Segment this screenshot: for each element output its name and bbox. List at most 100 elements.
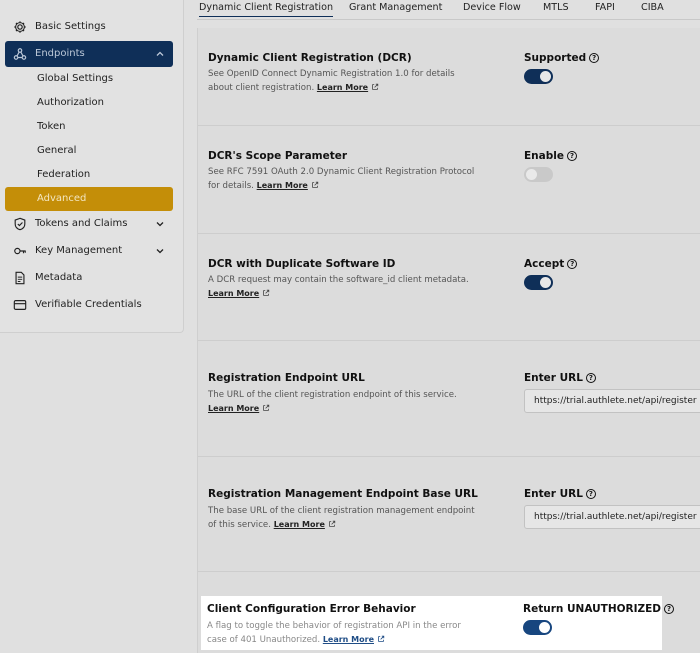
sidebar-item-verifiable-credentials[interactable]: Verifiable Credentials bbox=[5, 292, 173, 318]
external-link-icon bbox=[329, 520, 336, 527]
control-label-text: Enter URL bbox=[524, 488, 583, 500]
learn-more-link[interactable]: Learn More bbox=[274, 520, 325, 529]
setting-row-dcr: Dynamic Client Registration (DCR) See Op… bbox=[198, 28, 700, 126]
chevron-up-icon[interactable] bbox=[155, 49, 165, 59]
sidebar: Basic Settings Endpoints Global Settings… bbox=[0, 0, 184, 333]
settings-panel: Dynamic Client Registration (DCR) See Op… bbox=[197, 28, 700, 653]
setting-row-duplicate-software-id: DCR with Duplicate Software ID A DCR req… bbox=[198, 234, 700, 341]
tab-ciba[interactable]: CIBA bbox=[641, 2, 664, 13]
dcr-supported-toggle[interactable] bbox=[524, 69, 553, 84]
sidebar-subitem-label: Federation bbox=[37, 169, 91, 180]
sidebar-item-label: Verifiable Credentials bbox=[35, 299, 142, 310]
external-link-icon bbox=[263, 404, 270, 411]
help-icon[interactable]: ? bbox=[589, 53, 600, 63]
control-label-text: Enter URL bbox=[524, 372, 583, 384]
setting-row-registration-endpoint-url: Registration Endpoint URL The URL of the… bbox=[198, 341, 700, 457]
gear-icon bbox=[14, 21, 26, 33]
sidebar-subitem-label: Global Settings bbox=[37, 73, 114, 84]
setting-description-text: The base URL of the client registration … bbox=[208, 506, 475, 530]
learn-more-link[interactable]: Learn More bbox=[317, 83, 368, 92]
sidebar-item-key-management[interactable]: Key Management bbox=[5, 238, 173, 264]
control-label-text: Return UNAUTHORIZED bbox=[523, 603, 662, 615]
sidebar-subitem-federation[interactable]: Federation bbox=[5, 163, 173, 187]
learn-more-link[interactable]: Learn More bbox=[208, 404, 259, 413]
tab-bar: Dynamic Client Registration Grant Manage… bbox=[197, 0, 700, 20]
control-label-text: Accept bbox=[524, 258, 565, 270]
setting-title: Registration Endpoint URL bbox=[208, 372, 365, 384]
control-label-text: Supported bbox=[524, 52, 587, 64]
setting-title: Dynamic Client Registration (DCR) bbox=[208, 52, 412, 64]
help-icon[interactable]: ? bbox=[585, 489, 596, 499]
toggle-knob bbox=[540, 71, 551, 82]
control-label: Enter URL? bbox=[524, 372, 596, 384]
toggle-knob bbox=[540, 277, 551, 288]
sidebar-item-label: Basic Settings bbox=[35, 21, 106, 32]
tab-fapi[interactable]: FAPI bbox=[595, 2, 615, 13]
document-icon bbox=[15, 271, 25, 285]
setting-title: DCR with Duplicate Software ID bbox=[208, 258, 396, 270]
learn-more-link[interactable]: Learn More bbox=[257, 181, 308, 190]
sidebar-subitem-label: Authorization bbox=[37, 97, 104, 108]
registration-endpoint-url-input[interactable]: https://trial.authlete.net/api/register bbox=[524, 389, 700, 413]
sidebar-item-tokens-and-claims[interactable]: Tokens and Claims bbox=[5, 211, 173, 237]
chevron-down-icon[interactable] bbox=[155, 246, 165, 256]
setting-description: A flag to toggle the behavior of registr… bbox=[207, 620, 477, 647]
control-label: Enable? bbox=[524, 150, 577, 162]
control-label-text: Enable bbox=[524, 150, 564, 162]
tab-mtls[interactable]: MTLS bbox=[543, 2, 569, 13]
external-link-icon bbox=[372, 83, 379, 90]
toggle-knob bbox=[539, 622, 550, 633]
setting-title: Registration Management Endpoint Base UR… bbox=[208, 488, 478, 500]
help-icon[interactable]: ? bbox=[664, 604, 675, 614]
sidebar-subitem-general[interactable]: General bbox=[5, 139, 173, 163]
learn-more-link[interactable]: Learn More bbox=[323, 635, 374, 644]
sidebar-subitem-authorization[interactable]: Authorization bbox=[5, 91, 173, 115]
registration-management-url-input[interactable]: https://trial.authlete.net/api/register bbox=[524, 505, 700, 529]
dcr-scope-enable-toggle[interactable] bbox=[524, 167, 553, 182]
setting-description: See OpenID Connect Dynamic Registration … bbox=[208, 68, 478, 95]
sidebar-item-label: Endpoints bbox=[35, 48, 85, 59]
tab-grant-management[interactable]: Grant Management bbox=[349, 2, 442, 13]
sidebar-item-label: Tokens and Claims bbox=[35, 218, 128, 229]
credential-card-icon bbox=[13, 300, 27, 310]
sidebar-subitem-token[interactable]: Token bbox=[5, 115, 173, 139]
duplicate-software-id-accept-toggle[interactable] bbox=[524, 275, 553, 290]
help-icon[interactable]: ? bbox=[566, 151, 577, 161]
setting-row-dcr-scope: DCR's Scope Parameter See RFC 7591 OAuth… bbox=[198, 126, 700, 234]
key-icon bbox=[14, 247, 26, 255]
help-icon[interactable]: ? bbox=[567, 259, 578, 269]
setting-description-text: See RFC 7591 OAuth 2.0 Dynamic Client Re… bbox=[208, 167, 475, 191]
setting-row-client-config-error-behavior: Client Configuration Error Behavior A fl… bbox=[201, 596, 675, 650]
setting-description: A DCR request may contain the software_i… bbox=[208, 274, 478, 301]
control-label: Supported? bbox=[524, 52, 600, 64]
chevron-down-icon[interactable] bbox=[155, 219, 165, 229]
sidebar-subitem-global-settings[interactable]: Global Settings bbox=[5, 67, 173, 91]
control-label: Accept? bbox=[524, 258, 578, 270]
sidebar-item-metadata[interactable]: Metadata bbox=[5, 265, 173, 291]
return-unauthorized-toggle[interactable] bbox=[523, 620, 552, 635]
sidebar-item-basic-settings[interactable]: Basic Settings bbox=[5, 14, 173, 40]
control-label: Enter URL? bbox=[524, 488, 596, 500]
sidebar-subitem-label: Advanced bbox=[37, 193, 87, 204]
help-icon[interactable]: ? bbox=[585, 373, 596, 383]
sidebar-item-label: Metadata bbox=[35, 272, 83, 283]
setting-description: The base URL of the client registration … bbox=[208, 505, 478, 532]
external-link-icon bbox=[263, 289, 270, 296]
tab-dynamic-client-registration[interactable]: Dynamic Client Registration bbox=[199, 2, 334, 17]
sidebar-subitem-advanced[interactable]: Advanced bbox=[5, 187, 173, 211]
sidebar-subitem-label: General bbox=[37, 145, 77, 156]
learn-more-link[interactable]: Learn More bbox=[208, 289, 259, 298]
control-label: Return UNAUTHORIZED? bbox=[523, 603, 675, 615]
toggle-knob bbox=[526, 169, 537, 180]
setting-row-registration-management-endpoint: Registration Management Endpoint Base UR… bbox=[198, 457, 700, 572]
external-link-icon bbox=[312, 181, 319, 188]
shield-icon bbox=[14, 217, 26, 231]
setting-title: DCR's Scope Parameter bbox=[208, 150, 348, 162]
setting-description-text: A DCR request may contain the software_i… bbox=[208, 275, 469, 285]
setting-description: See RFC 7591 OAuth 2.0 Dynamic Client Re… bbox=[208, 166, 478, 193]
setting-description: The URL of the client registration endpo… bbox=[208, 389, 478, 416]
external-link-icon bbox=[378, 635, 385, 642]
tab-device-flow[interactable]: Device Flow bbox=[463, 2, 521, 13]
sidebar-item-label: Key Management bbox=[35, 245, 123, 256]
sidebar-item-endpoints[interactable]: Endpoints bbox=[5, 41, 173, 67]
